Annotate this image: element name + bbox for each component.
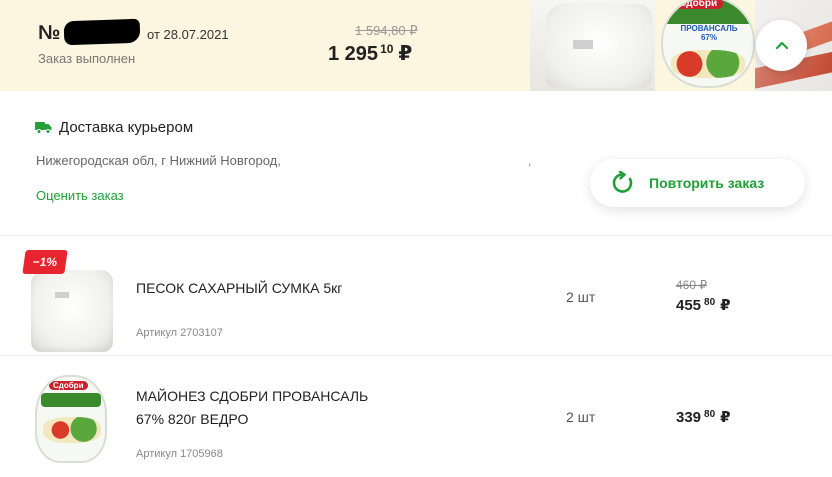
delivery-address-tail: , xyxy=(528,154,532,168)
refresh-icon xyxy=(612,171,633,193)
item-price: 455 80 ₽ xyxy=(676,296,731,314)
item-price-rub: 455 xyxy=(676,297,702,314)
item-name-line1: МАЙОНЕЗ СДОБРИ ПРОВАНСАЛЬ xyxy=(136,388,369,404)
delivery-section: Доставка курьером Нижегородская обл, г Н… xyxy=(0,91,832,236)
order-old-total: 1 594,80 ₽ xyxy=(355,23,418,38)
item-sku: Артикул 2703107 xyxy=(136,327,223,339)
delivery-type: Доставка курьером xyxy=(59,119,194,136)
mayonnaise-thumbnail[interactable]: Сдобри xyxy=(25,371,117,463)
repeat-order-button[interactable]: Повторить заказ xyxy=(590,159,805,207)
item-price-kop: 80 xyxy=(704,409,716,420)
mayo-name-label: ПРОВАНСАЛЬ xyxy=(680,24,738,33)
item-price: 339 80 ₽ xyxy=(676,408,731,426)
truck-icon xyxy=(35,122,52,134)
order-item[interactable]: ПЕСОК САХАРНЫЙ СУМКА 5кг Артикул 2703107… xyxy=(0,236,832,356)
order-total-rub: 1 295 xyxy=(328,43,379,65)
item-sku: Артикул 1705968 xyxy=(136,448,223,460)
collapse-order-button[interactable] xyxy=(756,20,807,71)
order-header[interactable]: № от 28.07.2021 Заказ выполнен 1 594,80 … xyxy=(0,0,832,91)
chevron-up-icon xyxy=(775,41,788,50)
item-price-kop: 80 xyxy=(704,297,716,308)
delivery-address: Нижегородская обл, г Нижний Новгород, xyxy=(36,153,281,168)
mayo-brand-logo: Сдобри xyxy=(673,0,724,9)
mayo-fat-label: 67% xyxy=(700,33,717,42)
mayo-thumb-logo: Сдобри xyxy=(49,381,88,390)
mayonnaise-product-image: Сдобри ПРОВАНСАЛЬ 67% xyxy=(655,0,755,91)
discount-badge: −1% xyxy=(22,250,68,274)
item-name-line2: 67% 820г ВЕДРО xyxy=(136,411,249,427)
order-total: 1 295 10 ₽ xyxy=(328,41,412,66)
item-price-rub: 339 xyxy=(676,409,702,426)
item-name[interactable]: ПЕСОК САХАРНЫЙ СУМКА 5кг xyxy=(136,277,342,300)
sugar-thumbnail[interactable] xyxy=(25,262,117,354)
item-old-price: 460 ₽ xyxy=(676,278,707,292)
order-number: № xyxy=(38,22,61,44)
order-date: от 28.07.2021 xyxy=(147,27,229,42)
order-number-redaction xyxy=(63,18,141,46)
sugar-product-image xyxy=(530,0,655,91)
order-item[interactable]: Сдобри МАЙОНЕЗ СДОБРИ ПРОВАНСАЛЬ 67% 820г… xyxy=(0,357,832,477)
order-total-kop: 10 xyxy=(380,42,394,56)
repeat-order-label: Повторить заказ xyxy=(649,175,765,191)
order-total-currency: ₽ xyxy=(398,43,413,65)
item-name[interactable]: МАЙОНЕЗ СДОБРИ ПРОВАНСАЛЬ 67% 820г ВЕДРО xyxy=(136,385,368,431)
rate-order-link[interactable]: Оценить заказ xyxy=(36,188,124,203)
item-quantity: 2 шт xyxy=(566,409,596,425)
item-price-currency: ₽ xyxy=(720,297,731,314)
item-name-line1: ПЕСОК САХАРНЫЙ СУМКА 5кг xyxy=(136,280,343,296)
item-price-currency: ₽ xyxy=(720,409,731,426)
order-status: Заказ выполнен xyxy=(38,51,136,66)
item-quantity: 2 шт xyxy=(566,289,596,305)
